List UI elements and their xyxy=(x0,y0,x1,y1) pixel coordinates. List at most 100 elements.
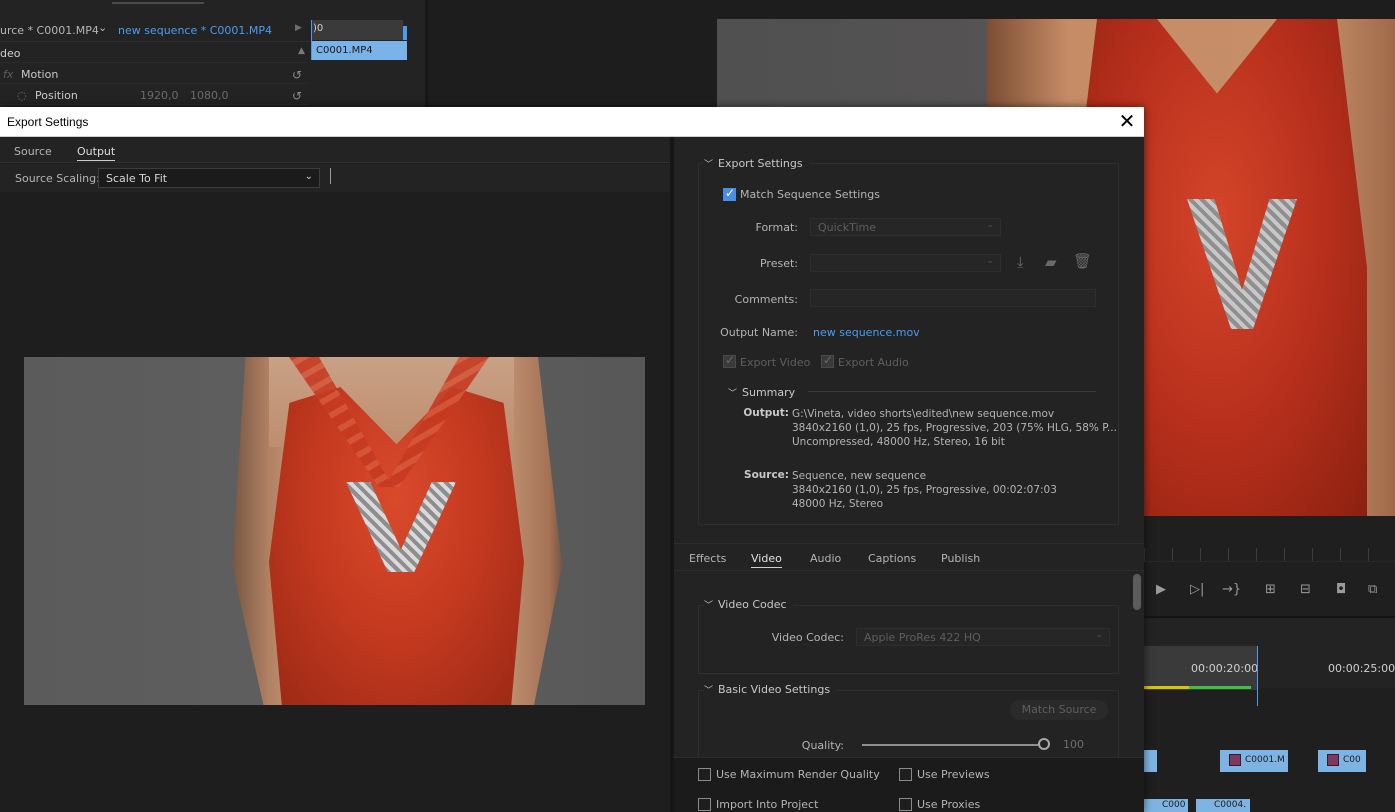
tab-audio[interactable]: Audio xyxy=(810,552,841,565)
tab-output[interactable]: Output xyxy=(77,145,116,161)
video-codec-value: Apple ProRes 422 HQ xyxy=(864,631,981,644)
settings-tabs: Effects Video Audio Captions Publish xyxy=(674,543,1144,571)
timeline-clip[interactable]: C000 xyxy=(1144,799,1188,812)
play-icon[interactable]: ▶ xyxy=(1156,582,1166,597)
use-previews-label: Use Previews xyxy=(917,768,990,781)
chevron-down-icon: ⌄ xyxy=(986,256,994,266)
settings-scrollbar[interactable] xyxy=(1133,574,1141,610)
position-x-value[interactable]: 1920,0 xyxy=(140,89,179,102)
chevron-down-icon[interactable]: ⌄ xyxy=(98,21,107,34)
timecode-label: 00:00:25:00 xyxy=(1328,662,1395,675)
delete-preset-icon[interactable]: 🗑 xyxy=(1073,252,1092,270)
export-video-checkbox[interactable] xyxy=(723,353,736,368)
preview-pane: Source Output Source Scaling: Scale To F… xyxy=(0,137,670,812)
tab-captions[interactable]: Captions xyxy=(868,552,916,565)
match-sequence-checkbox[interactable] xyxy=(723,186,736,201)
clip-label: C000 xyxy=(1162,800,1186,810)
match-source-button[interactable]: Match Source xyxy=(1010,700,1108,720)
use-proxies-label: Use Proxies xyxy=(917,798,981,811)
chevron-down-icon: ⌄ xyxy=(986,220,994,230)
settings-pane: ﹀ Export Settings Match Sequence Settings… xyxy=(674,137,1144,812)
dialog-titlebar[interactable]: Export Settings ✕ xyxy=(0,107,1144,137)
mini-timeline-ruler[interactable]: )0 xyxy=(311,20,403,40)
timeline-clip[interactable]: C0001.M xyxy=(1220,750,1288,772)
video-codec-select[interactable]: Apple ProRes 422 HQ ⌄ xyxy=(856,628,1110,646)
tab-effects[interactable]: Effects xyxy=(689,552,726,565)
quality-slider-track[interactable] xyxy=(862,744,1044,746)
summary-output-label: Output: xyxy=(743,407,789,419)
motion-row[interactable]: fx Motion ↺ xyxy=(0,64,308,84)
import-project-checkbox[interactable] xyxy=(698,798,711,811)
summary-source-label: Source: xyxy=(744,469,789,481)
tab-publish[interactable]: Publish xyxy=(941,552,980,565)
go-to-out-icon[interactable]: →} xyxy=(1222,582,1241,597)
video-row: deo ▲ xyxy=(0,43,308,63)
sequence-clip-tab[interactable]: new sequence * C0001.MP4 xyxy=(118,24,272,37)
export-settings-header[interactable]: ﹀ Export Settings xyxy=(704,157,809,170)
motion-label: Motion xyxy=(21,68,59,81)
position-row[interactable]: ◌ Position 1920,0 1080,0 ↺ xyxy=(0,85,308,105)
import-project-label: Import Into Project xyxy=(716,798,819,811)
panel-divider[interactable] xyxy=(425,0,428,107)
export-video-label: Export Video xyxy=(740,356,811,369)
transport-controls: ▶ ▷| →} ⊞ ⊟ ◘ ⧉ xyxy=(1150,582,1395,602)
source-clip-tab[interactable]: urce * C0001.MP4 xyxy=(0,24,99,37)
close-icon[interactable]: ✕ xyxy=(1116,110,1138,132)
position-y-value[interactable]: 1080,0 xyxy=(190,89,229,102)
timecode-label: 00:00:20:00 xyxy=(1191,662,1259,675)
timeline-clip[interactable] xyxy=(1144,750,1157,772)
clip-label: C0004. xyxy=(1214,800,1247,810)
use-proxies-checkbox[interactable] xyxy=(899,798,912,811)
use-previews-checkbox[interactable] xyxy=(899,768,912,781)
output-name-link[interactable]: new sequence.mov xyxy=(813,326,920,339)
source-scaling-value: Scale To Fit xyxy=(106,172,168,185)
extract-icon[interactable]: ⊟ xyxy=(1300,582,1311,597)
tab-source[interactable]: Source xyxy=(14,145,52,158)
source-scaling-select[interactable]: Scale To Fit ⌄ xyxy=(98,168,320,188)
effect-controls-tabs: urce * C0001.MP4 ⌄ new sequence * C0001.… xyxy=(0,20,310,42)
basic-video-header[interactable]: ﹀ Basic Video Settings xyxy=(704,683,837,696)
chevron-down-icon: ⌄ xyxy=(304,171,313,182)
export-audio-checkbox[interactable] xyxy=(821,353,834,368)
reset-icon[interactable]: ↺ xyxy=(292,68,302,82)
render-status-bar xyxy=(1144,686,1251,689)
format-select[interactable]: QuickTime ⌄ xyxy=(810,218,1001,236)
output-preview-frame xyxy=(24,357,645,705)
format-label: Format: xyxy=(755,221,798,234)
playhead-marker[interactable] xyxy=(403,26,407,40)
playhead[interactable] xyxy=(311,20,312,60)
export-audio-label: Export Audio xyxy=(838,356,909,369)
save-preset-icon[interactable]: ⤓ xyxy=(1017,253,1024,271)
reset-icon[interactable]: ↺ xyxy=(292,89,302,103)
timeline-clip[interactable]: C00 xyxy=(1318,750,1366,772)
max-render-checkbox[interactable] xyxy=(698,768,711,781)
summary-header[interactable]: ﹀ Summary xyxy=(728,386,795,399)
preset-select[interactable]: ⌄ xyxy=(810,254,1001,272)
lift-icon[interactable]: ⊞ xyxy=(1265,582,1276,597)
output-name-label: Output Name: xyxy=(720,326,798,339)
export-options-bar: Use Maximum Render Quality Use Previews … xyxy=(674,757,1144,812)
stopwatch-icon[interactable]: ◌ xyxy=(17,89,27,102)
step-forward-icon[interactable]: ▷| xyxy=(1190,582,1204,597)
timeline-playhead[interactable] xyxy=(1257,646,1258,706)
camera-icon[interactable]: ◘ xyxy=(1336,582,1346,597)
mini-timeline[interactable]: )0 C0001.MP4 xyxy=(311,20,407,60)
import-preset-icon[interactable]: ▰ xyxy=(1045,253,1057,271)
monitor-ruler[interactable] xyxy=(1144,548,1395,562)
comments-field[interactable] xyxy=(810,289,1096,307)
panel-tab-indicator xyxy=(112,2,204,4)
video-codec-header[interactable]: ﹀ Video Codec xyxy=(704,598,793,611)
fx-icon: fx xyxy=(3,68,14,81)
quality-value[interactable]: 100 xyxy=(1063,738,1084,751)
compare-icon[interactable]: ⧉ xyxy=(1368,582,1377,597)
tab-video[interactable]: Video xyxy=(751,552,782,568)
timeline-clip[interactable]: C0004. xyxy=(1196,799,1250,812)
play-arrow-icon[interactable]: ▶ xyxy=(295,23,302,33)
timeline-ruler[interactable]: 00:00:20:00 00:00:25:00 xyxy=(1144,616,1395,706)
chevron-down-icon: ⌄ xyxy=(1095,630,1103,640)
quality-slider-knob[interactable] xyxy=(1038,738,1050,750)
quality-label: Quality: xyxy=(801,739,844,752)
collapse-icon[interactable]: ▲ xyxy=(298,46,305,56)
dialog-title: Export Settings xyxy=(7,115,89,129)
mini-timeline-clip[interactable]: C0001.MP4 xyxy=(311,41,407,60)
